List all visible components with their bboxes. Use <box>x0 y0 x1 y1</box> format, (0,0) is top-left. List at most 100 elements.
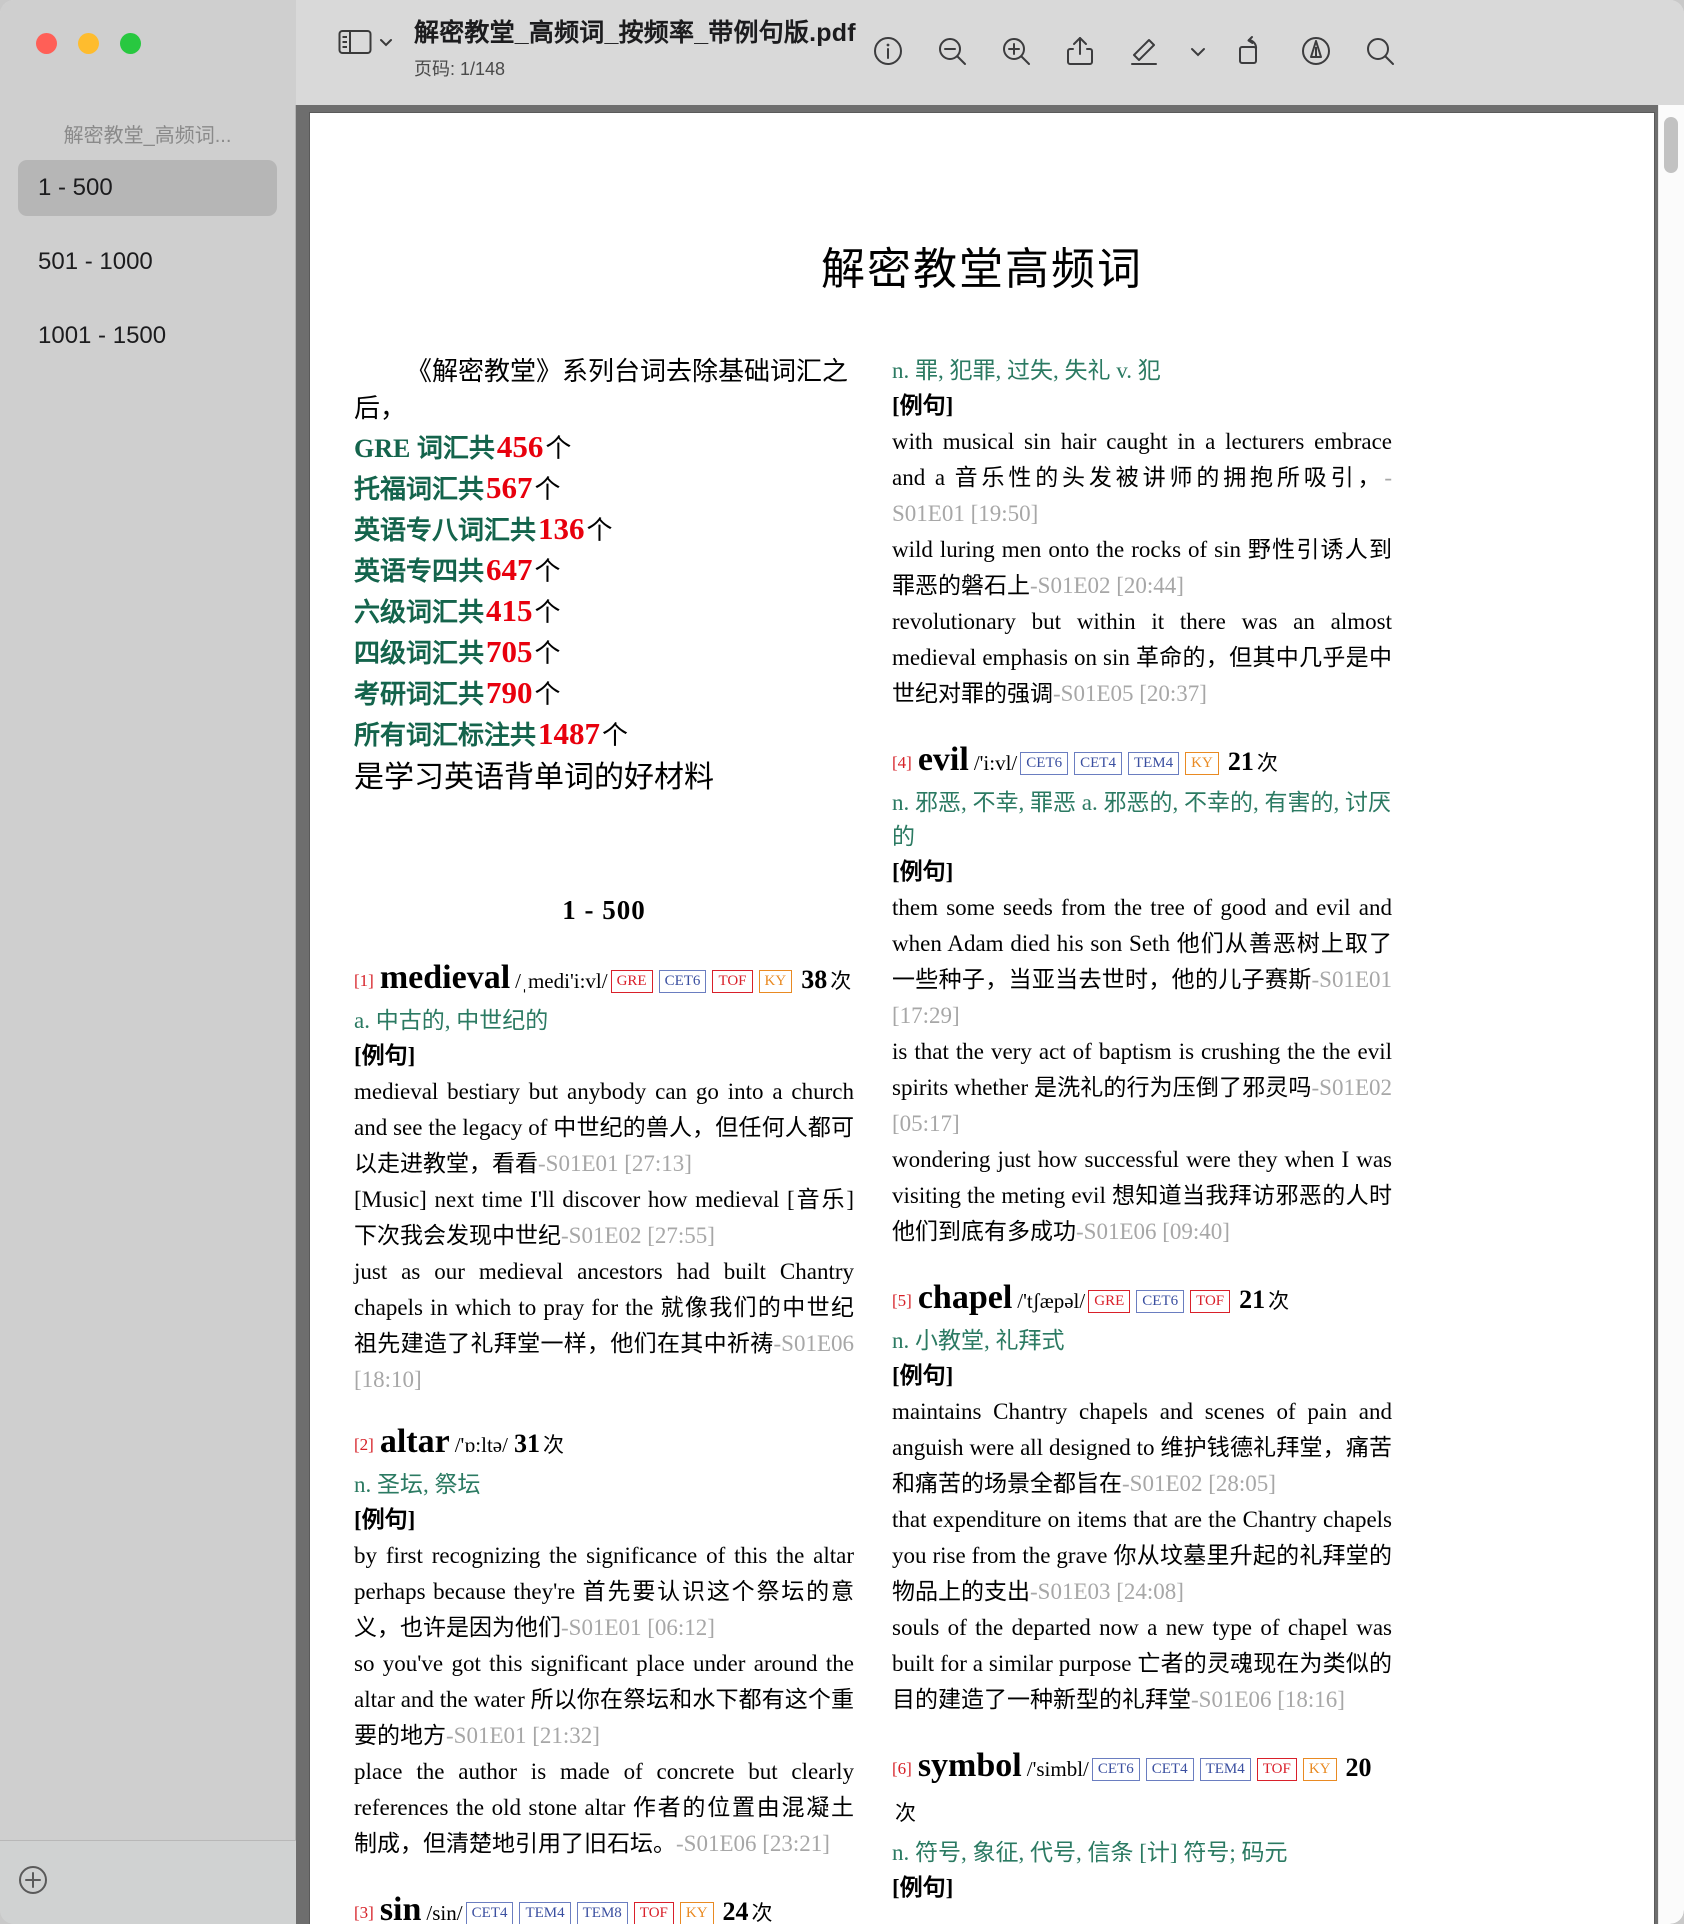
search-icon <box>1364 35 1396 67</box>
stat-unit: 个 <box>602 721 629 750</box>
example-sentence: by first recognizing the significance of… <box>354 1538 854 1646</box>
entry-ipa: /'i:vl/ <box>973 751 1018 775</box>
example-ref: -S01E03 [24:08] <box>1030 1579 1184 1604</box>
minimize-button[interactable] <box>78 33 99 54</box>
word-entry-continuation: n. 罪, 犯罪, 过失, 失礼 v. 犯 [例句] with musical … <box>892 354 1392 712</box>
stat-line: 考研词汇共790个 <box>354 673 854 714</box>
stat-unit: 个 <box>534 598 561 627</box>
tag-badge: TOF <box>712 970 753 993</box>
vertical-scrollbar[interactable] <box>1658 105 1684 1924</box>
stat-number: 705 <box>486 634 533 669</box>
chevron-down-icon <box>1189 45 1207 57</box>
example-sentence: souls of the departed now a new type of … <box>892 1610 1392 1718</box>
entry-index: [3] <box>354 1903 374 1922</box>
stat-label: 六级词汇共 <box>354 598 485 627</box>
add-bookmark-button[interactable] <box>16 1863 50 1902</box>
example-sentence: medieval bestiary but anybody can go int… <box>354 1074 854 1182</box>
stat-number: 136 <box>538 511 585 546</box>
document-title-block: 解密教堂_高频词_按频率_带例句版.pdf 页码: 1/148 <box>414 16 856 81</box>
entry-count: 24 <box>722 1897 749 1924</box>
entry-header: [2] altar/'ɒ:ltə/31 次 <box>354 1420 854 1467</box>
plus-circle-icon <box>16 1863 50 1902</box>
share-button[interactable] <box>1048 20 1112 82</box>
entry-word: symbol <box>917 1747 1022 1784</box>
example-ref: -S01E01 [06:12] <box>561 1615 715 1640</box>
example-ref: -S01E01 [27:13] <box>538 1151 692 1176</box>
example-text: with musical sin hair caught in a lectur… <box>892 429 1392 490</box>
zoom-in-button[interactable] <box>984 20 1048 82</box>
word-entry: [1] medieval/ˌmedi'i:vl/GRE CET6 TOF KY 38 次 a… <box>354 956 854 1398</box>
entry-word: sin <box>379 1891 422 1924</box>
two-column-layout: 《解密教堂》系列台词去除基础词汇之后， GRE 词汇共456个 托福词汇共567… <box>310 353 1654 1924</box>
tag-badge: KY <box>679 1902 714 1924</box>
zoom-out-icon <box>936 35 968 67</box>
zoom-out-button[interactable] <box>920 20 984 82</box>
search-button[interactable] <box>1348 20 1412 82</box>
title-bar-main: 解密教堂_高频词_按频率_带例句版.pdf 页码: 1/148 <box>296 0 1684 105</box>
sidebar-item-1001-1500[interactable]: 1001 - 1500 <box>18 308 277 364</box>
sidebar-toggle-button[interactable] <box>338 28 393 56</box>
examples-label: [例句] <box>354 1043 416 1068</box>
stat-line: 托福词汇共567个 <box>354 468 854 509</box>
entry-header: [3] sin/sin/CET4 TEM4 TEM8 TOF KY 24 次 <box>354 1888 854 1924</box>
stat-label: 考研词汇共 <box>354 680 485 709</box>
entry-index: [4] <box>892 753 912 772</box>
example-ref: -S01E06 [23:21] <box>676 1831 830 1856</box>
entry-index: [6] <box>892 1759 912 1778</box>
example-sentence: revolutionary but within it there was an… <box>892 604 1392 712</box>
sidebar-item-label: 501 - 1000 <box>38 248 153 275</box>
examples-label: [例句] <box>892 859 954 884</box>
sidebar-footer <box>0 1840 296 1924</box>
example-sentence: them some seeds from the tree of good an… <box>892 890 1392 1034</box>
stat-line: 英语专八词汇共136个 <box>354 509 854 550</box>
stat-unit: 个 <box>534 475 561 504</box>
entry-word: chapel <box>917 1279 1013 1316</box>
entry-header: [1] medieval/ˌmedi'i:vl/GRE CET6 TOF KY 38 次 <box>354 956 854 1003</box>
document-viewer[interactable]: 解密教堂高频词 《解密教堂》系列台词去除基础词汇之后， GRE 词汇共456个 … <box>296 105 1684 1924</box>
examples-label: [例句] <box>892 1875 954 1900</box>
tag-badge: TEM4 <box>1127 752 1180 775</box>
entry-count-unit: 次 <box>1256 751 1278 775</box>
sidebar-item-1-500[interactable]: 1 - 500 <box>18 160 277 216</box>
sidebar: 解密教堂_高频词... 1 - 500 501 - 1000 1001 - 15… <box>0 105 296 1924</box>
entry-count: 21 <box>1227 747 1254 776</box>
sidebar-heading: 解密教堂_高频词... <box>63 125 232 147</box>
entry-count-unit: 次 <box>751 1901 773 1924</box>
stat-label: GRE 词汇共 <box>354 434 495 463</box>
example-ref: -S01E01 [21:32] <box>446 1723 600 1748</box>
stat-label: 所有词汇标注共 <box>354 721 537 750</box>
info-circle-icon <box>872 35 904 67</box>
circled-pen-icon <box>1300 35 1332 67</box>
tag-badge: CET6 <box>658 970 707 993</box>
entry-count: 38 <box>801 965 828 994</box>
word-entry: [4] evil/'i:vl/CET6 CET4 TEM4 KY 21 次 n. 邪恶, 不… <box>892 738 1392 1250</box>
stat-line: 四级词汇共705个 <box>354 632 854 673</box>
stat-number: 647 <box>486 552 533 587</box>
tag-badge: TOF <box>1190 1290 1231 1313</box>
intro-tail: 是学习英语背单词的好材料 <box>354 761 714 794</box>
tag-badge: CET4 <box>1074 752 1122 775</box>
example-sentence: just as our medieval ancestors had built… <box>354 1254 854 1398</box>
stat-line: 所有词汇标注共1487个 <box>354 714 854 755</box>
close-button[interactable] <box>36 33 57 54</box>
word-entry: [5] chapel/'tʃæpəl/GRE CET6 TOF 21 次 n. 小教堂, … <box>892 1276 1392 1718</box>
maximize-button[interactable] <box>120 33 141 54</box>
info-button[interactable] <box>856 20 920 82</box>
scrollbar-thumb[interactable] <box>1664 117 1678 173</box>
entry-count-unit: 次 <box>830 969 852 993</box>
sidebar-item-label: 1 - 500 <box>38 174 113 201</box>
example-text: so you've got this significant place und… <box>354 1651 854 1748</box>
annotate-button[interactable] <box>1284 20 1348 82</box>
markup-dropdown-button[interactable] <box>1176 20 1220 82</box>
rotate-button[interactable] <box>1220 20 1284 82</box>
toolbar <box>856 20 1412 82</box>
example-ref: -S01E02 [28:05] <box>1122 1471 1276 1496</box>
intro-block: 《解密教堂》系列台词去除基础词汇之后， GRE 词汇共456个 托福词汇共567… <box>354 353 854 799</box>
sidebar-item-501-1000[interactable]: 501 - 1000 <box>18 234 277 290</box>
pencil-underline-icon <box>1128 35 1160 67</box>
right-column: n. 罪, 犯罪, 过失, 失礼 v. 犯 [例句] with musical … <box>892 353 1392 1924</box>
markup-button[interactable] <box>1112 20 1176 82</box>
document-heading: 解密教堂高频词 <box>821 245 1143 294</box>
entry-count-unit: 次 <box>1268 1289 1290 1313</box>
example-sentence: so you've got this significant place und… <box>354 1646 854 1754</box>
